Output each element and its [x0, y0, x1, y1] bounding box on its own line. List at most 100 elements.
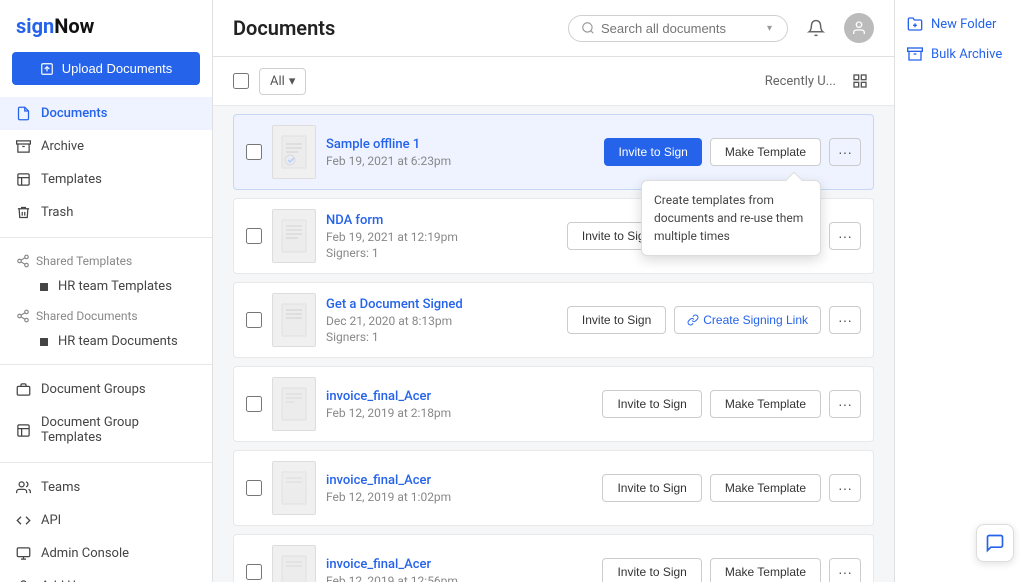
- sidebar-item-archive-label: Archive: [41, 139, 84, 154]
- invite-to-sign-button[interactable]: Invite to Sign: [604, 138, 701, 166]
- tooltip-box: Create templates from documents and re-u…: [641, 180, 821, 256]
- sidebar-nav: Documents Archive Templates Trash Shared…: [0, 97, 212, 582]
- search-icon: [581, 21, 595, 35]
- logo-suffix: Now: [54, 14, 94, 38]
- invite-to-sign-button[interactable]: Invite to Sign: [602, 558, 701, 582]
- make-template-button[interactable]: Make Template: [710, 138, 821, 166]
- document-list: Sample offline 1 Feb 19, 2021 at 6:23pm …: [213, 106, 894, 582]
- doc-name[interactable]: invoice_final_Acer: [326, 473, 431, 488]
- invite-to-sign-button[interactable]: Invite to Sign: [567, 306, 666, 334]
- doc-info: Get a Document Signed Dec 21, 2020 at 8:…: [326, 297, 557, 344]
- more-options-button-5[interactable]: ···: [829, 474, 861, 502]
- doc-info: invoice_final_Acer Feb 12, 2019 at 1:02p…: [326, 473, 592, 504]
- sidebar-item-trash-label: Trash: [41, 205, 73, 220]
- invite-to-sign-button[interactable]: Invite to Sign: [602, 390, 701, 418]
- doc-date: Feb 12, 2019 at 2:18pm: [326, 406, 592, 420]
- new-folder-label: New Folder: [931, 17, 996, 32]
- avatar[interactable]: [844, 13, 874, 43]
- doc-name[interactable]: invoice_final_Acer: [326, 389, 431, 404]
- upload-button[interactable]: Upload Documents: [12, 52, 200, 85]
- doc-info: Sample offline 1 Feb 19, 2021 at 6:23pm: [326, 137, 594, 168]
- doc-date: Feb 19, 2021 at 6:23pm: [326, 154, 594, 168]
- more-options-button-2[interactable]: ···: [829, 222, 861, 250]
- sidebar-item-documents[interactable]: Documents: [0, 97, 212, 130]
- doc-thumbnail: [272, 545, 316, 582]
- doc-date: Feb 12, 2019 at 12:56pm: [326, 574, 592, 582]
- document-row: invoice_final_Acer Feb 12, 2019 at 1:02p…: [233, 450, 874, 526]
- more-options-button-4[interactable]: ···: [829, 390, 861, 418]
- doc-signers: Signers: 1: [326, 246, 557, 260]
- page-title: Documents: [233, 16, 335, 40]
- toolbar-right: Recently U...: [765, 67, 874, 95]
- toolbar-left: All ▾: [233, 68, 306, 95]
- shared-templates-label: Shared Templates: [36, 254, 132, 268]
- doc-name[interactable]: Sample offline 1: [326, 137, 420, 152]
- sort-label: Recently U...: [765, 74, 836, 89]
- sidebar-item-document-groups[interactable]: Document Groups: [0, 373, 212, 406]
- sidebar-item-admin-console[interactable]: Admin Console: [0, 537, 212, 570]
- sidebar-item-trash[interactable]: Trash: [0, 196, 212, 229]
- search-input[interactable]: [601, 21, 761, 36]
- document-row: Sample offline 1 Feb 19, 2021 at 6:23pm …: [233, 114, 874, 190]
- grid-view-icon[interactable]: [846, 67, 874, 95]
- more-options-button-6[interactable]: ···: [829, 558, 861, 582]
- create-signing-link-label: Create Signing Link: [703, 313, 808, 327]
- right-panel: New Folder Bulk Archive: [894, 0, 1024, 582]
- search-box: ▾: [568, 15, 788, 42]
- sidebar-item-api[interactable]: API: [0, 504, 212, 537]
- sidebar-item-hr-team-documents[interactable]: HR team Documents: [0, 327, 212, 356]
- doc-thumbnail: [272, 293, 316, 347]
- doc-name[interactable]: Get a Document Signed: [326, 297, 463, 312]
- sidebar-item-templates[interactable]: Templates: [0, 163, 212, 196]
- sidebar-item-templates-label: Templates: [41, 172, 102, 187]
- sidebar-item-document-group-templates[interactable]: Document Group Templates: [0, 406, 212, 454]
- make-template-button[interactable]: Make Template: [710, 558, 821, 582]
- doc-checkbox-5[interactable]: [246, 480, 262, 496]
- sidebar-item-archive[interactable]: Archive: [0, 130, 212, 163]
- doc-date: Dec 21, 2020 at 8:13pm: [326, 314, 557, 328]
- make-template-container: Make Template Create templates from docu…: [710, 138, 821, 166]
- doc-checkbox-2[interactable]: [246, 228, 262, 244]
- search-chevron-icon: ▾: [767, 23, 772, 34]
- doc-info: invoice_final_Acer Feb 12, 2019 at 2:18p…: [326, 389, 592, 420]
- main-content: Documents ▾ All ▾ Recently U...: [213, 0, 894, 582]
- document-row: invoice_final_Acer Feb 12, 2019 at 12:56…: [233, 534, 874, 582]
- more-options-button-3[interactable]: ···: [829, 306, 861, 334]
- doc-checkbox-3[interactable]: [246, 312, 262, 328]
- bulk-archive-button[interactable]: Bulk Archive: [907, 46, 1012, 62]
- sidebar-item-add-user[interactable]: Add User: [0, 570, 212, 582]
- sidebar: signNow Upload Documents Documents Archi…: [0, 0, 213, 582]
- doc-name[interactable]: invoice_final_Acer: [326, 557, 431, 572]
- shared-templates-section[interactable]: Shared Templates: [0, 246, 212, 272]
- doc-date: Feb 19, 2021 at 12:19pm: [326, 230, 557, 244]
- sidebar-item-hr-team-templates[interactable]: HR team Templates: [0, 272, 212, 301]
- notification-icon[interactable]: [800, 12, 832, 44]
- sidebar-item-teams[interactable]: Teams: [0, 471, 212, 504]
- header-right: ▾: [568, 12, 874, 44]
- sidebar-item-admin-console-label: Admin Console: [41, 546, 129, 561]
- doc-checkbox-1[interactable]: [246, 144, 262, 160]
- hr-team-documents-label: HR team Documents: [58, 334, 178, 349]
- sidebar-item-documents-label: Documents: [41, 106, 107, 121]
- make-template-button[interactable]: Make Template: [710, 474, 821, 502]
- doc-actions: Invite to Sign Make Template ···: [602, 390, 861, 418]
- doc-actions: Invite to Sign Make Template Create temp…: [604, 138, 861, 166]
- invite-to-sign-button[interactable]: Invite to Sign: [602, 474, 701, 502]
- doc-name[interactable]: NDA form: [326, 213, 383, 228]
- chat-fab-button[interactable]: [976, 524, 1014, 562]
- create-signing-link-button[interactable]: Create Signing Link: [674, 306, 821, 334]
- toolbar: All ▾ Recently U...: [213, 57, 894, 106]
- more-options-button-1[interactable]: ···: [829, 138, 861, 166]
- doc-checkbox-6[interactable]: [246, 564, 262, 580]
- main-header: Documents ▾: [213, 0, 894, 57]
- make-template-button[interactable]: Make Template: [710, 390, 821, 418]
- shared-documents-section[interactable]: Shared Documents: [0, 301, 212, 327]
- doc-checkbox-4[interactable]: [246, 396, 262, 412]
- doc-signers: Signers: 1: [326, 330, 557, 344]
- bulk-archive-label: Bulk Archive: [931, 47, 1002, 62]
- filter-button[interactable]: All ▾: [259, 68, 306, 95]
- new-folder-button[interactable]: New Folder: [907, 16, 1012, 32]
- select-all-checkbox[interactable]: [233, 73, 249, 89]
- document-row: Get a Document Signed Dec 21, 2020 at 8:…: [233, 282, 874, 358]
- sidebar-item-api-label: API: [41, 513, 61, 528]
